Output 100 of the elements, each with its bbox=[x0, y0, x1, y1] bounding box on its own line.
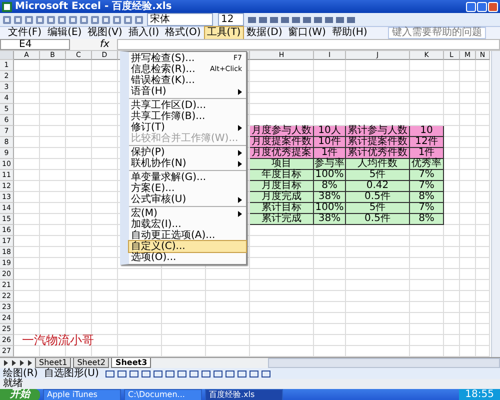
menu-item[interactable]: 保护(P) bbox=[129, 147, 246, 158]
empty-cell[interactable] bbox=[118, 280, 162, 291]
empty-cell[interactable] bbox=[66, 192, 92, 203]
empty-cell[interactable] bbox=[444, 82, 460, 93]
menu-item[interactable]: 错误检查(K)... bbox=[129, 75, 246, 86]
empty-cell[interactable] bbox=[250, 313, 314, 324]
empty-cell[interactable] bbox=[444, 269, 460, 280]
menu-bar-item[interactable]: 数据(D) bbox=[244, 27, 284, 39]
empty-cell[interactable] bbox=[410, 71, 444, 82]
empty-cell[interactable] bbox=[66, 148, 92, 159]
menu-bar-item[interactable]: 插入(I) bbox=[126, 27, 162, 39]
empty-cell[interactable] bbox=[40, 60, 66, 71]
empty-cell[interactable] bbox=[40, 203, 66, 214]
menu-bar-item[interactable]: 窗口(W) bbox=[286, 27, 328, 39]
empty-cell[interactable] bbox=[444, 236, 460, 247]
empty-cell[interactable] bbox=[460, 148, 476, 159]
empty-cell[interactable] bbox=[410, 225, 444, 236]
empty-cell[interactable] bbox=[476, 214, 490, 225]
menu-bar-item[interactable]: 编辑(E) bbox=[46, 27, 84, 39]
empty-cell[interactable] bbox=[250, 93, 314, 104]
empty-cell[interactable] bbox=[460, 126, 476, 137]
sheet-tab[interactable]: Sheet1 bbox=[35, 358, 72, 368]
empty-cell[interactable] bbox=[460, 82, 476, 93]
empty-cell[interactable] bbox=[40, 225, 66, 236]
empty-cell[interactable] bbox=[92, 148, 118, 159]
empty-cell[interactable] bbox=[476, 104, 490, 115]
empty-cell[interactable] bbox=[92, 302, 118, 313]
empty-cell[interactable] bbox=[66, 258, 92, 269]
empty-cell[interactable] bbox=[40, 258, 66, 269]
empty-cell[interactable] bbox=[66, 203, 92, 214]
formula-field[interactable] bbox=[117, 39, 500, 50]
empty-cell[interactable] bbox=[92, 258, 118, 269]
empty-cell[interactable] bbox=[66, 291, 92, 302]
taskbar-item[interactable]: 百度经验.xls bbox=[205, 389, 283, 400]
empty-cell[interactable] bbox=[460, 291, 476, 302]
empty-cell[interactable] bbox=[40, 170, 66, 181]
menu-item[interactable]: 语音(H) bbox=[129, 86, 246, 97]
empty-cell[interactable] bbox=[314, 225, 346, 236]
shape-tool-icon[interactable] bbox=[260, 368, 271, 378]
empty-cell[interactable] bbox=[346, 93, 410, 104]
empty-cell[interactable] bbox=[410, 82, 444, 93]
menu-item[interactable]: 共享工作簿(B)... bbox=[129, 111, 246, 122]
empty-cell[interactable] bbox=[92, 225, 118, 236]
empty-cell[interactable] bbox=[460, 302, 476, 313]
empty-cell[interactable] bbox=[476, 181, 490, 192]
empty-cell[interactable] bbox=[250, 269, 314, 280]
empty-cell[interactable] bbox=[92, 93, 118, 104]
empty-cell[interactable] bbox=[444, 313, 460, 324]
empty-cell[interactable] bbox=[476, 126, 490, 137]
empty-cell[interactable] bbox=[206, 302, 250, 313]
empty-cell[interactable] bbox=[92, 280, 118, 291]
empty-cell[interactable] bbox=[66, 159, 92, 170]
empty-cell[interactable] bbox=[314, 335, 346, 346]
empty-cell[interactable] bbox=[314, 247, 346, 258]
menu-item[interactable]: 自定义(C)... bbox=[129, 241, 246, 252]
empty-cell[interactable] bbox=[410, 104, 444, 115]
empty-cell[interactable] bbox=[444, 280, 460, 291]
vertical-scrollbar[interactable] bbox=[491, 51, 500, 357]
menu-item[interactable]: 方案(E)... bbox=[129, 183, 246, 194]
close-button[interactable] bbox=[488, 2, 498, 12]
drawing-menu-button[interactable]: 绘图(R) bbox=[3, 368, 38, 379]
empty-cell[interactable] bbox=[40, 93, 66, 104]
empty-cell[interactable] bbox=[460, 236, 476, 247]
empty-cell[interactable] bbox=[476, 269, 490, 280]
menu-item[interactable]: 公式审核(U) bbox=[129, 194, 246, 205]
empty-cell[interactable] bbox=[410, 335, 444, 346]
drawing-menu-button[interactable]: 自选图形(U) bbox=[44, 368, 99, 379]
empty-cell[interactable] bbox=[92, 82, 118, 93]
empty-cell[interactable] bbox=[162, 280, 206, 291]
empty-cell[interactable] bbox=[92, 203, 118, 214]
menu-bar-item[interactable]: 格式(O) bbox=[163, 27, 203, 39]
empty-cell[interactable] bbox=[444, 324, 460, 335]
empty-cell[interactable] bbox=[40, 280, 66, 291]
empty-cell[interactable] bbox=[476, 335, 490, 346]
empty-cell[interactable] bbox=[444, 225, 460, 236]
empty-cell[interactable] bbox=[250, 324, 314, 335]
empty-cell[interactable] bbox=[460, 324, 476, 335]
empty-cell[interactable] bbox=[66, 302, 92, 313]
empty-cell[interactable] bbox=[66, 137, 92, 148]
empty-cell[interactable] bbox=[476, 192, 490, 203]
empty-cell[interactable] bbox=[250, 236, 314, 247]
minimize-button[interactable] bbox=[466, 2, 476, 12]
empty-cell[interactable] bbox=[410, 324, 444, 335]
menu-item[interactable]: 自动更正选项(A)... bbox=[129, 230, 246, 241]
empty-cell[interactable] bbox=[460, 313, 476, 324]
empty-cell[interactable] bbox=[66, 170, 92, 181]
menu-item[interactable]: 修订(T) bbox=[129, 122, 246, 133]
empty-cell[interactable] bbox=[410, 247, 444, 258]
empty-cell[interactable] bbox=[92, 269, 118, 280]
empty-cell[interactable] bbox=[40, 181, 66, 192]
empty-cell[interactable] bbox=[460, 335, 476, 346]
empty-cell[interactable] bbox=[66, 236, 92, 247]
empty-cell[interactable] bbox=[66, 115, 92, 126]
empty-cell[interactable] bbox=[118, 313, 162, 324]
empty-cell[interactable] bbox=[66, 313, 92, 324]
empty-cell[interactable] bbox=[92, 104, 118, 115]
empty-cell[interactable] bbox=[92, 247, 118, 258]
menu-item[interactable]: 联机协作(N) bbox=[129, 158, 246, 169]
empty-cell[interactable] bbox=[460, 93, 476, 104]
empty-cell[interactable] bbox=[314, 324, 346, 335]
